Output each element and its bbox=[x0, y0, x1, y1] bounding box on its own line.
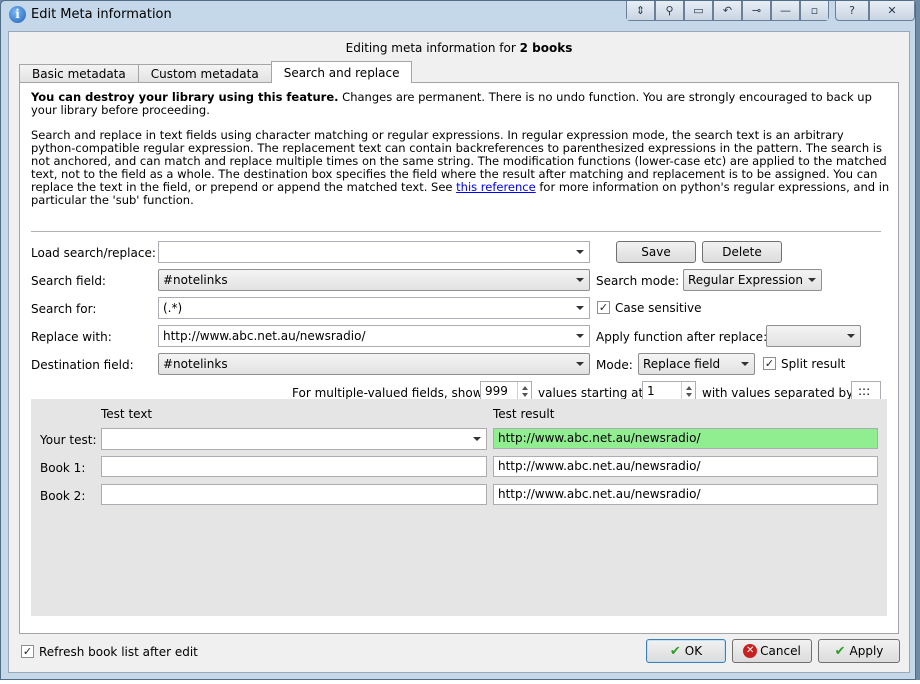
rollup-icon[interactable]: ↶ bbox=[713, 1, 742, 21]
info-icon: i bbox=[9, 6, 26, 23]
title-bar[interactable]: i Edit Meta information ⇕ ⚲ ▭ ↶ ⊸ — ▫ ? … bbox=[1, 1, 915, 29]
case-sensitive-checkbox[interactable]: ✓ bbox=[597, 301, 610, 314]
chevron-down-icon bbox=[803, 270, 821, 290]
tab-search-and-replace[interactable]: Search and replace bbox=[270, 61, 413, 83]
search-field-label: Search field: bbox=[31, 274, 106, 288]
apply-function-label: Apply function after replace: bbox=[596, 330, 768, 344]
chevron-down-icon bbox=[842, 326, 860, 346]
cancel-icon: ✕ bbox=[743, 644, 758, 658]
window-title: Edit Meta information bbox=[31, 7, 172, 22]
search-for-label: Search for: bbox=[31, 302, 97, 316]
reference-link[interactable]: this reference bbox=[456, 180, 536, 194]
book-2-text[interactable] bbox=[101, 484, 487, 505]
test-text-header: Test text bbox=[101, 407, 153, 421]
mode-combo[interactable]: Replace field bbox=[638, 353, 755, 375]
your-test-combo[interactable] bbox=[101, 428, 487, 450]
chevron-down-icon bbox=[571, 298, 589, 318]
refresh-label: Refresh book list after edit bbox=[39, 645, 198, 659]
background-strip bbox=[0, 680, 920, 684]
dialog-window: i Edit Meta information ⇕ ⚲ ▭ ↶ ⊸ — ▫ ? … bbox=[0, 0, 916, 680]
warning-text: You can destroy your library using this … bbox=[31, 90, 872, 117]
chevron-down-icon bbox=[571, 270, 589, 290]
search-mode-label: Search mode: bbox=[596, 274, 680, 288]
window-icon[interactable]: ▭ bbox=[684, 1, 713, 21]
book-1-result: http://www.abc.net.au/newsradio/ bbox=[493, 456, 878, 477]
book-2-label: Book 2: bbox=[40, 489, 86, 503]
divider bbox=[31, 231, 881, 232]
destination-field-combo[interactable]: #notelinks bbox=[158, 353, 590, 375]
search-field-combo[interactable]: #notelinks bbox=[158, 269, 590, 291]
cancel-button[interactable]: ✕ Cancel bbox=[732, 639, 812, 663]
split-result-label: Split result bbox=[781, 357, 846, 371]
chevron-down-icon bbox=[571, 354, 589, 374]
multi-show-label: For multiple-valued fields, show bbox=[292, 386, 483, 400]
replace-with-label: Replace with: bbox=[31, 330, 112, 344]
refresh-checkbox[interactable]: ✓ bbox=[21, 645, 34, 658]
book-2-result: http://www.abc.net.au/newsradio/ bbox=[493, 484, 878, 505]
chevron-down-icon bbox=[736, 354, 754, 374]
search-mode-combo[interactable]: Regular Expression bbox=[683, 269, 822, 291]
split-result-checkbox[interactable]: ✓ bbox=[763, 357, 776, 370]
apply-function-combo[interactable] bbox=[766, 325, 861, 347]
your-test-result: http://www.abc.net.au/newsradio/ bbox=[493, 428, 878, 449]
load-label: Load search/replace: bbox=[31, 246, 156, 260]
ok-button[interactable]: ✔ OK bbox=[646, 639, 726, 663]
dialog-client: Editing meta information for 2 books Bas… bbox=[8, 31, 910, 673]
mode-label: Mode: bbox=[596, 358, 633, 372]
test-result-header: Test result bbox=[493, 407, 555, 421]
titlebar-buttons: ⇕ ⚲ ▭ ↶ ⊸ — ▫ ? ✕ bbox=[626, 1, 915, 21]
check-icon: ✔ bbox=[669, 643, 681, 659]
book-count: 2 books bbox=[519, 41, 573, 55]
minimize-icon[interactable]: — bbox=[771, 1, 800, 21]
restore-icon[interactable]: ▫ bbox=[800, 1, 829, 21]
save-button[interactable]: Save bbox=[616, 241, 696, 263]
replace-with-combo[interactable]: http://www.abc.net.au/newsradio/ bbox=[158, 325, 590, 347]
search-for-combo[interactable]: (.*) bbox=[158, 297, 590, 319]
chevron-down-icon bbox=[571, 326, 589, 346]
help-button[interactable]: ? bbox=[835, 1, 869, 21]
tab-basic-metadata[interactable]: Basic metadata bbox=[19, 64, 139, 83]
load-search-replace-combo[interactable] bbox=[158, 241, 590, 263]
dialog-subtitle: Editing meta information for 2 books bbox=[345, 41, 573, 55]
delete-button[interactable]: Delete bbox=[702, 241, 782, 263]
tab-custom-metadata[interactable]: Custom metadata bbox=[137, 64, 272, 83]
case-sensitive-label: Case sensitive bbox=[615, 301, 702, 315]
description-text: Search and replace in text fields using … bbox=[31, 128, 890, 207]
tab-bar: Basic metadata Custom metadata Search an… bbox=[19, 61, 413, 83]
multi-start-label: values starting at bbox=[538, 386, 644, 400]
destination-field-label: Destination field: bbox=[31, 358, 134, 372]
chevron-down-icon bbox=[468, 429, 486, 449]
search-replace-panel: You can destroy your library using this … bbox=[19, 82, 899, 634]
book-1-text[interactable] bbox=[101, 456, 487, 477]
check-icon: ✔ bbox=[834, 643, 846, 659]
arrows-icon[interactable]: ⇕ bbox=[626, 1, 655, 21]
close-button[interactable]: ✕ bbox=[869, 1, 915, 21]
your-test-label: Your test: bbox=[40, 433, 97, 447]
test-area: Test text Test result Your test: http://… bbox=[31, 399, 887, 616]
multi-sep-label: with values separated by bbox=[702, 386, 854, 400]
pin-icon[interactable]: ⚲ bbox=[655, 1, 684, 21]
apply-button[interactable]: ✔ Apply bbox=[818, 639, 900, 663]
book-1-label: Book 1: bbox=[40, 461, 86, 475]
plug-icon[interactable]: ⊸ bbox=[742, 1, 771, 21]
chevron-down-icon bbox=[571, 242, 589, 262]
